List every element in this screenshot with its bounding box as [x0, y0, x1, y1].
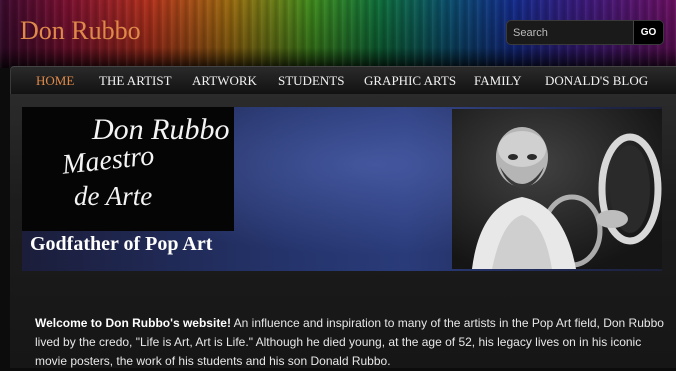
hero-banner: Don Rubbo Maestro de Arte Godfather of P…	[22, 107, 662, 271]
logo-line-name: Don Rubbo	[92, 113, 230, 146]
search-input[interactable]	[507, 21, 631, 44]
nav-item-graphic-arts[interactable]: GRAPHIC ARTS	[364, 73, 456, 89]
main-nav: HOME THE ARTIST ARTWORK STUDENTS GRAPHIC…	[10, 66, 676, 95]
nav-item-home[interactable]: HOME	[36, 73, 74, 89]
site-title-link[interactable]: Don Rubbo	[20, 16, 141, 46]
nav-item-the-artist[interactable]: THE ARTIST	[99, 73, 172, 89]
nav-item-students[interactable]: STUDENTS	[278, 73, 344, 89]
intro-paragraph: Welcome to Don Rubbo's website! An influ…	[35, 314, 665, 371]
banner-tagline: Godfather of Pop Art	[30, 233, 213, 255]
logo-line-maestro: Maestro	[60, 140, 156, 181]
maestro-logo: Don Rubbo Maestro de Arte	[22, 107, 234, 231]
intro-heading: Welcome to Don Rubbo's website!	[35, 316, 231, 330]
nav-item-artwork[interactable]: ARTWORK	[192, 73, 257, 89]
nav-item-donalds-blog[interactable]: DONALD'S BLOG	[545, 73, 648, 89]
search-box: GO	[506, 20, 664, 45]
portrait-photo-icon	[452, 109, 662, 269]
search-go-button[interactable]: GO	[633, 21, 663, 44]
logo-line-de-arte: de Arte	[74, 181, 153, 211]
nav-item-family[interactable]: FAMILY	[474, 73, 522, 89]
